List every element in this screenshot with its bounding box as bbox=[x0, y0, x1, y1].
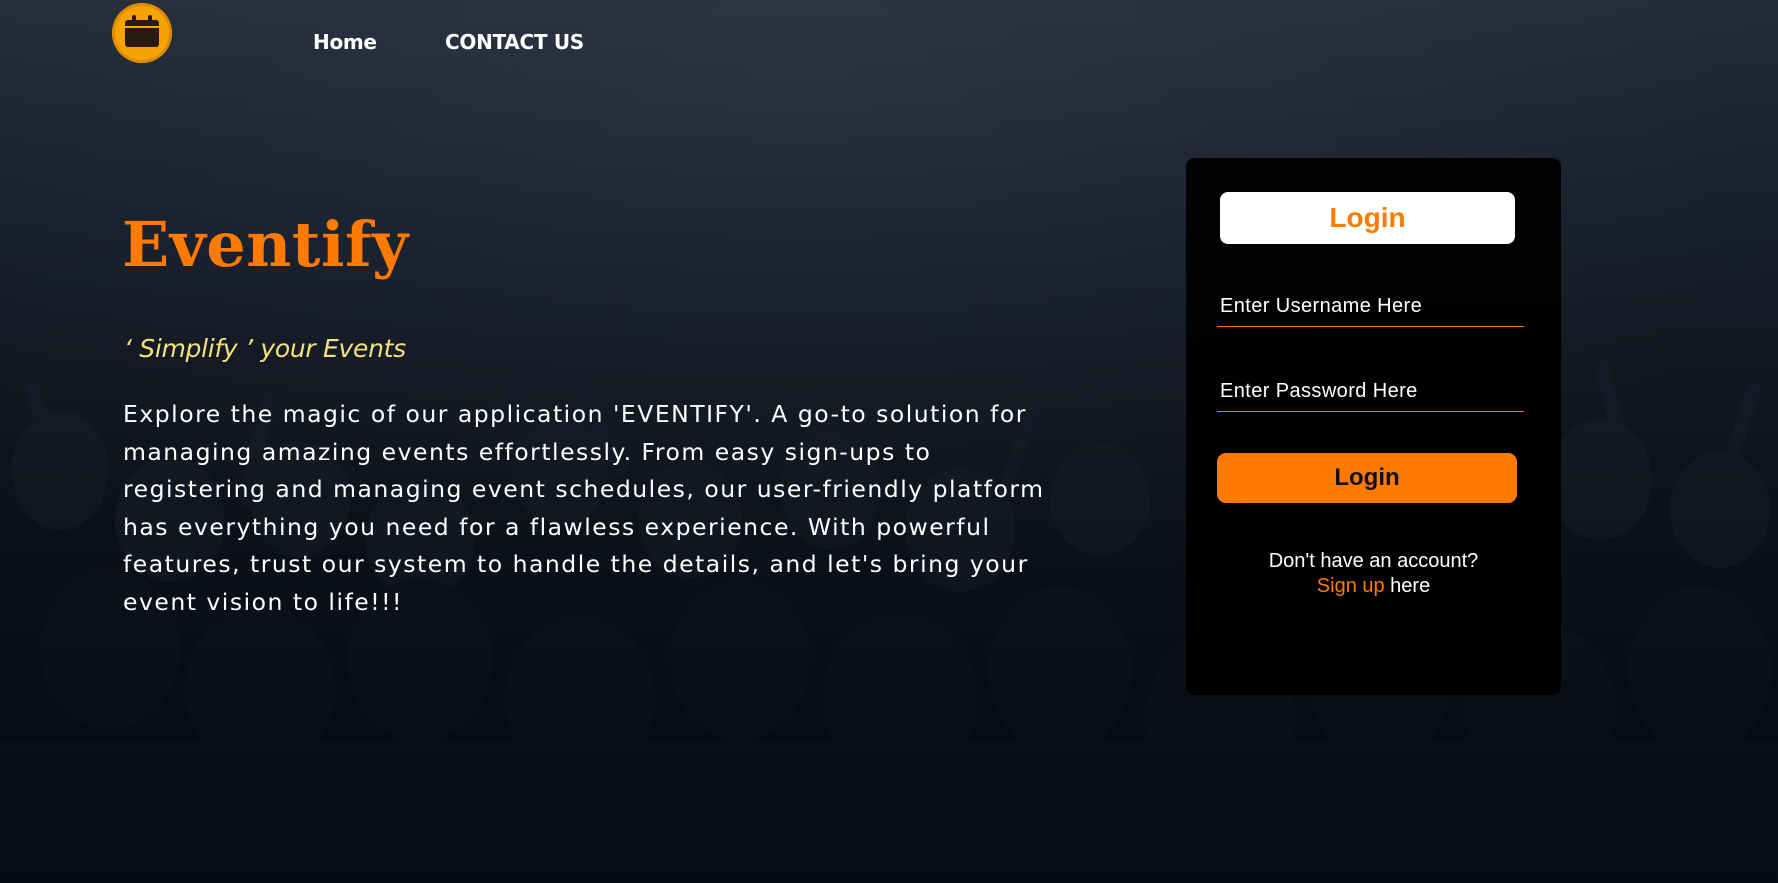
login-card: Login Login Don't have an account? Sign … bbox=[1186, 158, 1561, 695]
calendar-icon[interactable] bbox=[112, 3, 172, 63]
login-button[interactable]: Login bbox=[1217, 453, 1517, 503]
hero-description: Explore the magic of our application 'EV… bbox=[123, 400, 1045, 616]
signup-link[interactable]: Sign up bbox=[1317, 575, 1385, 597]
username-input[interactable] bbox=[1217, 286, 1524, 327]
signup-suffix: here bbox=[1384, 575, 1431, 597]
signup-prompt: Don't have an account? Sign up here bbox=[1186, 549, 1561, 599]
nav-link-home[interactable]: Home bbox=[313, 30, 377, 54]
nav-link-contact-us[interactable]: CONTACT US bbox=[445, 30, 584, 54]
no-account-text: Don't have an account? bbox=[1268, 550, 1479, 572]
hero-title: Eventify bbox=[122, 208, 409, 281]
login-heading: Login bbox=[1220, 192, 1515, 244]
password-input[interactable] bbox=[1217, 371, 1524, 412]
hero-tagline: ‘ Simplify ’ your Events bbox=[124, 334, 406, 363]
top-nav: Home CONTACT US bbox=[0, 0, 1778, 90]
